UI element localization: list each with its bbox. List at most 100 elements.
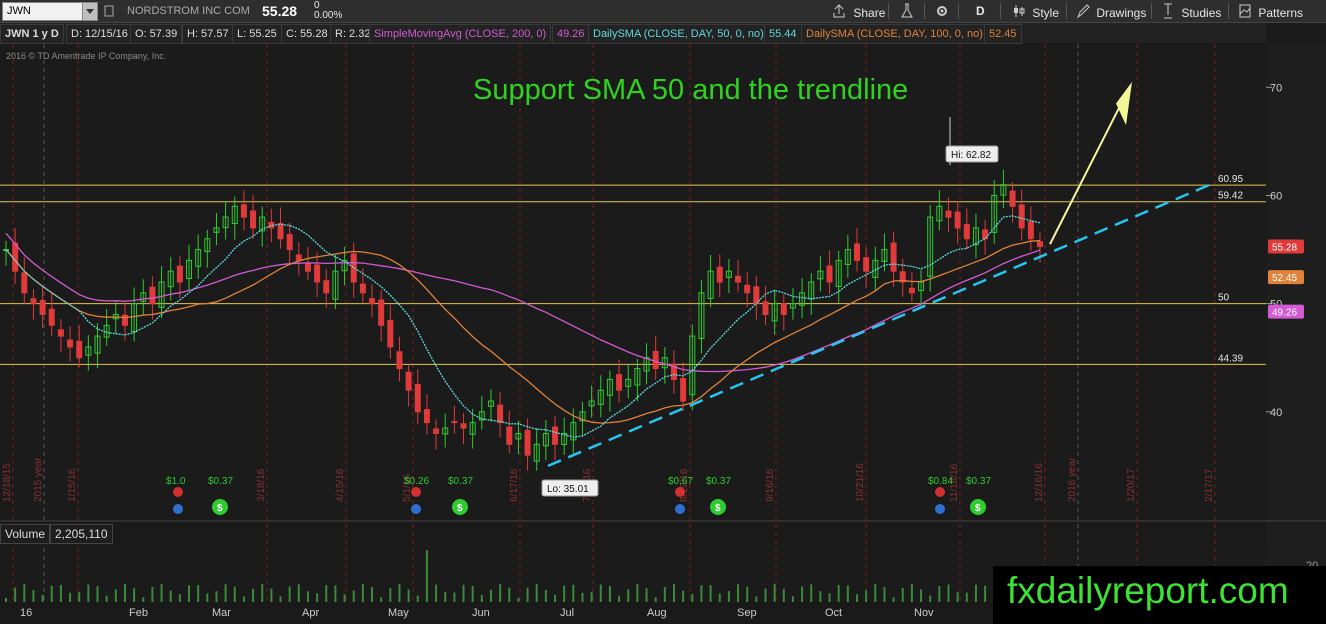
candle-body <box>890 242 897 272</box>
dividend-icon <box>935 487 945 497</box>
symbol-selector[interactable]: JWN <box>2 2 98 21</box>
earnings-glyph: $ <box>457 503 463 514</box>
event-label: $0.67 <box>668 476 693 487</box>
candle-body <box>369 298 376 305</box>
info-icon <box>411 504 421 514</box>
level-label: 50 <box>1218 293 1230 304</box>
symbol-text: JWN <box>7 5 31 17</box>
volume-label: Volume <box>0 524 51 544</box>
event-label: $0.37 <box>966 476 991 487</box>
candle-body <box>250 210 257 229</box>
price-chart[interactable]: 12/18/15 2015 year 1/15/16 3/18/16 4/15/16 5/… <box>0 44 1326 624</box>
date-label: 12/16/16 <box>1034 463 1045 502</box>
share-button[interactable]: Share <box>832 0 885 22</box>
style-button[interactable]: Style <box>1012 0 1059 22</box>
patterns-button[interactable]: Patterns <box>1238 0 1303 22</box>
period-selector[interactable]: D <box>976 0 985 22</box>
candle-body <box>39 299 46 315</box>
x-month-label: Jul <box>560 607 574 619</box>
candle-body <box>323 280 330 294</box>
event-label: $0.84 <box>928 476 953 487</box>
price-tag-label: 55.28 <box>1272 243 1297 254</box>
candle-body <box>954 211 961 229</box>
gear-icon[interactable] <box>935 0 949 22</box>
x-month-label: Mar <box>212 607 231 619</box>
sma200-value: 49.26 <box>552 24 590 44</box>
low-readout: L: 55.25 <box>232 24 282 44</box>
flask-icon[interactable] <box>900 0 914 22</box>
price-axis <box>1266 44 1326 624</box>
candle-body <box>57 329 64 337</box>
level-label: 44.39 <box>1218 353 1243 364</box>
x-month-label: Oct <box>825 607 842 619</box>
add-symbol-icon[interactable] <box>103 0 115 22</box>
candle-body <box>121 314 128 326</box>
candle-body <box>908 287 915 294</box>
event-label: $0.37 <box>208 476 233 487</box>
level-label: 60.95 <box>1218 174 1243 185</box>
lo-label: Lo: 35.01 <box>547 484 589 495</box>
candle-body <box>744 284 751 294</box>
info-icon <box>675 504 685 514</box>
style-label: Style <box>1032 6 1060 20</box>
studies-icon <box>1164 3 1172 19</box>
candle-body <box>286 234 293 251</box>
price-tag-label: 52.45 <box>1272 273 1297 284</box>
date-label: 10/21/16 <box>855 463 866 502</box>
dividend-icon <box>675 487 685 497</box>
candle-body <box>451 421 458 424</box>
candle-body <box>149 286 156 305</box>
candle-body <box>76 340 83 359</box>
chevron-down-icon[interactable] <box>82 3 97 20</box>
candle-body <box>853 243 860 261</box>
y-tick-label: 40 <box>1270 407 1282 419</box>
date-label: 2/17/17 <box>1204 468 1215 502</box>
x-month-label: Sep <box>737 607 757 619</box>
candle-body <box>304 262 311 272</box>
candle-body <box>378 299 385 326</box>
sma50-label[interactable]: DailySMA (CLOSE, DAY, 50, 0, no) <box>588 24 769 44</box>
candle-body <box>680 377 687 402</box>
drawings-button[interactable]: Drawings <box>1076 0 1146 22</box>
y-tick-label: 70 <box>1270 82 1282 94</box>
x-month-label: Feb <box>129 607 148 619</box>
candle-body <box>176 265 183 283</box>
candle-body <box>405 371 412 391</box>
candle-body <box>387 319 394 348</box>
candle-body <box>524 429 531 456</box>
date-label: 2016 year <box>1067 457 1078 502</box>
candle-body <box>48 308 55 326</box>
open-readout: O: 57.39 <box>130 24 183 44</box>
annotation-text: Support SMA 50 and the trendline <box>473 74 909 106</box>
earnings-glyph: $ <box>217 503 223 514</box>
x-month-label: Nov <box>914 607 934 619</box>
studies-button[interactable]: Studies <box>1161 0 1221 22</box>
event-label: $0.37 <box>706 476 731 487</box>
date-label: 1/15/16 <box>67 468 78 502</box>
candle-body <box>1027 221 1034 240</box>
candle-body <box>945 210 952 218</box>
info-icon <box>173 504 183 514</box>
sma50-value: 55.44 <box>764 24 802 44</box>
x-month-label: May <box>388 607 409 619</box>
last-price: 55.28 <box>262 3 298 19</box>
chart-label[interactable]: JWN 1 y D <box>0 24 64 44</box>
date-label: 6/17/16 <box>509 468 520 502</box>
sma100-label[interactable]: DailySMA (CLOSE, DAY, 100, 0, no) <box>801 24 988 44</box>
candles-icon <box>1014 5 1025 17</box>
patterns-icon <box>1239 4 1251 18</box>
info-icon <box>935 504 945 514</box>
watermark-text: fxdailyreport.com <box>1007 570 1289 611</box>
candle-body <box>506 426 513 445</box>
sma200-label[interactable]: SimpleMovingAvg (CLOSE, 200, 0) <box>369 24 552 44</box>
event-label: $0.37 <box>448 476 473 487</box>
date-label: 2015 year <box>33 457 44 502</box>
candle-body <box>295 254 302 261</box>
candle-body <box>67 339 74 348</box>
date-label: 3/18/16 <box>256 468 267 502</box>
studies-label: Studies <box>1181 6 1222 20</box>
candle-body <box>12 242 19 272</box>
drawings-label: Drawings <box>1096 6 1147 20</box>
candle-body <box>616 374 623 391</box>
earnings-glyph: $ <box>975 503 981 514</box>
